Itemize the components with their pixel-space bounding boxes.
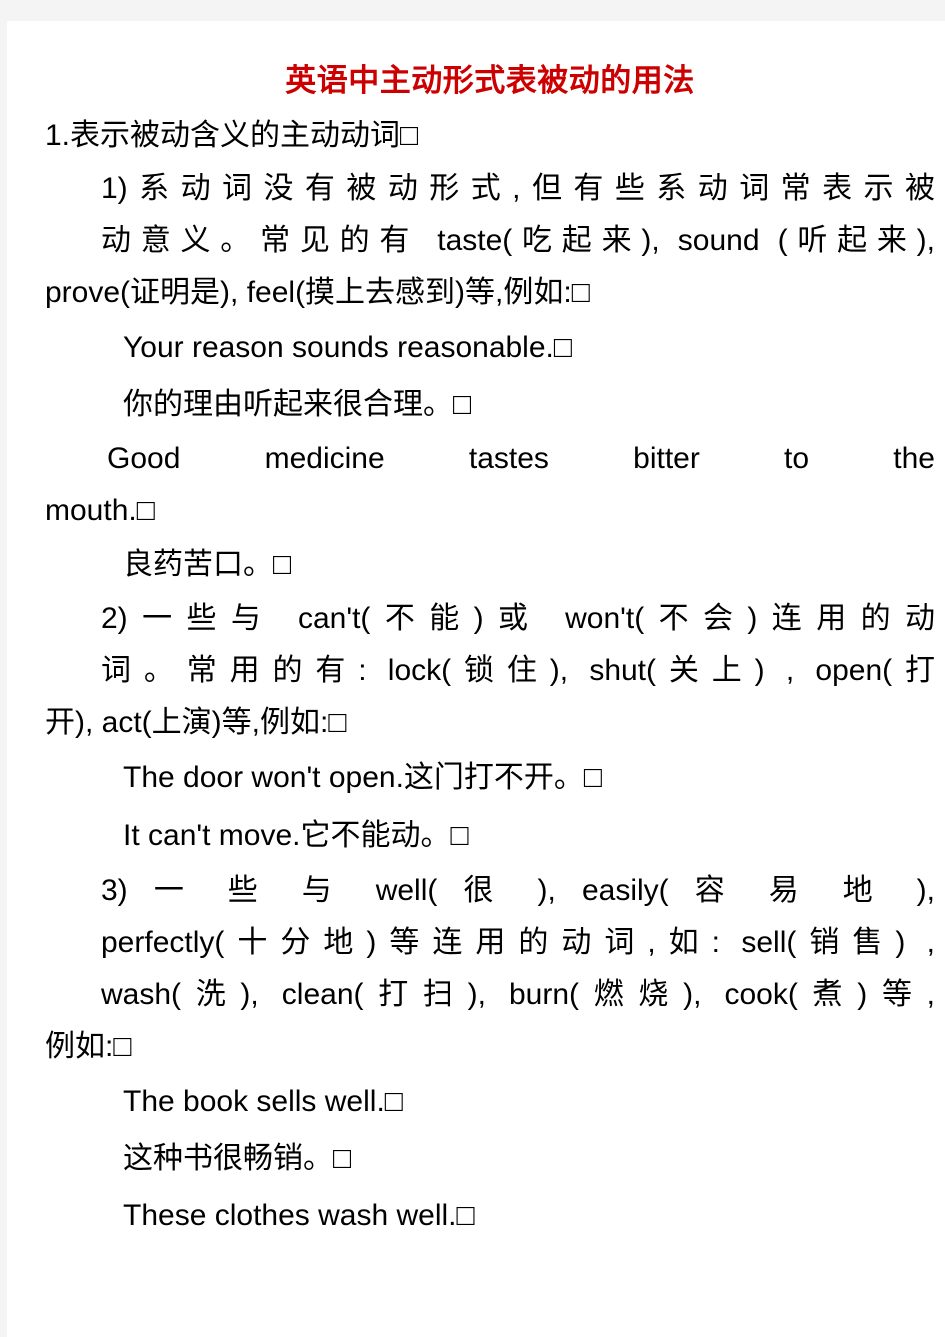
page-title: 英语中主动形式表被动的用法	[285, 63, 695, 98]
example-5-english: The book sells well.□	[123, 1085, 403, 1118]
example-1-english: Your reason sounds reasonable.□	[123, 331, 572, 364]
item-3-line-3: wash(洗), clean(打扫), burn(燃烧), cook(煮)等,	[101, 978, 935, 1011]
item-3-paragraph: 3) 一 些 与 well( 很 ), easily( 容 易 地 ), per…	[45, 865, 935, 1073]
example-2-chinese: 良药苦口。□	[123, 548, 292, 581]
item-3-line-4: 例如:□	[45, 1030, 132, 1063]
item-3-line-1: 3) 一 些 与 well( 很 ), easily( 容 易 地 ),	[101, 874, 935, 907]
example-4: It can't move.它不能动。□	[123, 819, 469, 852]
example-1-chinese: 你的理由听起来很合理。□	[123, 388, 472, 421]
item-1-line-1: 1)系动词没有被动形式,但有些系动词常表示被	[101, 172, 935, 205]
example-6-english: These clothes wash well.□	[123, 1199, 475, 1232]
item-1-paragraph: 1)系动词没有被动形式,但有些系动词常表示被 动意义。常见的有 taste(吃起…	[45, 163, 935, 319]
example-2-english: Good medicine tastes bitter to the mouth…	[45, 433, 935, 537]
item-2-line-1: 2)一些与 can't(不能)或 won't(不会)连用的动	[101, 602, 935, 635]
item-3-line-2: perfectly(十分地)等连用的动词,如: sell(销售) ,	[101, 926, 935, 959]
example-2-line-1: Good medicine tastes bitter to the	[107, 442, 935, 475]
document-content: 英语中主动形式表被动的用法 1.表示被动含义的主动动词□ 1)系动词没有被动形式…	[7, 59, 945, 1245]
item-2-line-3: 开), act(上演)等,例如:□	[45, 706, 347, 739]
item-2-paragraph: 2)一些与 can't(不能)或 won't(不会)连用的动 词。常用的有: l…	[45, 593, 935, 749]
example-2-line-2: mouth.□	[45, 494, 155, 527]
example-5-chinese: 这种书很畅销。□	[123, 1142, 352, 1175]
document-page: 英语中主动形式表被动的用法 1.表示被动含义的主动动词□ 1)系动词没有被动形式…	[7, 21, 945, 1337]
item-2-line-2: 词。常用的有: lock(锁住), shut(关上) , open(打	[101, 654, 935, 687]
example-3: The door won't open.这门打不开。□	[123, 761, 603, 794]
item-1-line-2: 动意义。常见的有 taste(吃起来), sound (听起来),	[101, 224, 935, 257]
item-1-line-3: prove(证明是), feel(摸上去感到)等,例如:□	[45, 276, 590, 309]
section-1-heading: 1.表示被动含义的主动动词□	[45, 119, 419, 152]
